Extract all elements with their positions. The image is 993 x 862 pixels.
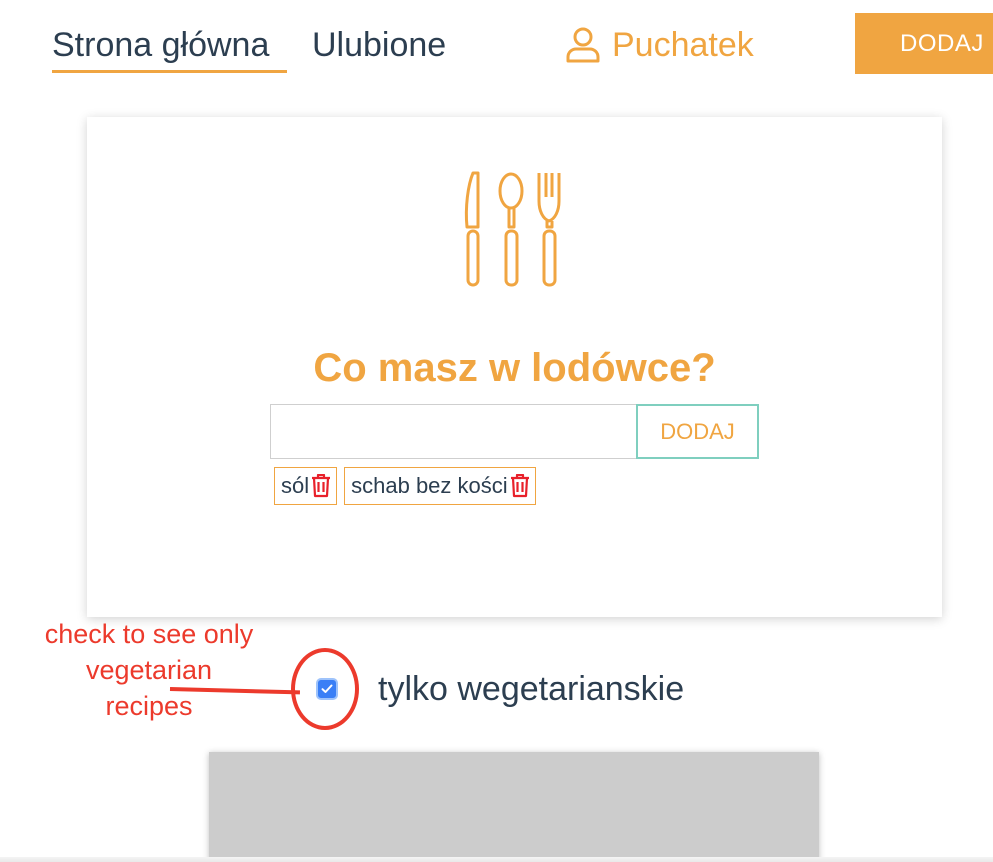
add-ingredient-button[interactable]: DODAJ [636,404,759,459]
ingredient-tag-label: schab bez kości [351,473,508,498]
nav-home-link[interactable]: Strona główna [52,24,269,66]
ingredients-card: Co masz w lodówce? DODAJ sól schab bez k… [87,117,942,617]
ingredient-tag-label: sól [281,473,310,498]
ingredient-tag: schab bez kości [344,467,536,505]
user-icon [566,27,600,63]
annotation-text: check to see only vegetarian recipes [44,619,254,721]
card-title: Co masz w lodówce? [313,346,716,390]
cutlery-icon [462,167,567,294]
ingredient-tag: sól [274,467,338,505]
annotation-circle [291,648,359,730]
bottom-divider [0,857,993,862]
trash-icon[interactable] [510,474,530,498]
add-recipe-button[interactable]: DODAJ [855,13,993,74]
vegetarian-filter-label[interactable]: tylko wegetarianskie [378,668,684,710]
ingredient-tags: sól schab bez kości [274,467,536,505]
ingredient-input[interactable] [270,404,638,459]
nav-home-active-underline [52,70,287,73]
recipe-card-placeholder[interactable] [209,752,819,862]
trash-icon[interactable] [311,474,331,498]
user-profile-link[interactable]: Puchatek [566,24,754,66]
user-name: Puchatek [612,25,754,64]
nav-favorites-link[interactable]: Ulubione [312,24,446,66]
